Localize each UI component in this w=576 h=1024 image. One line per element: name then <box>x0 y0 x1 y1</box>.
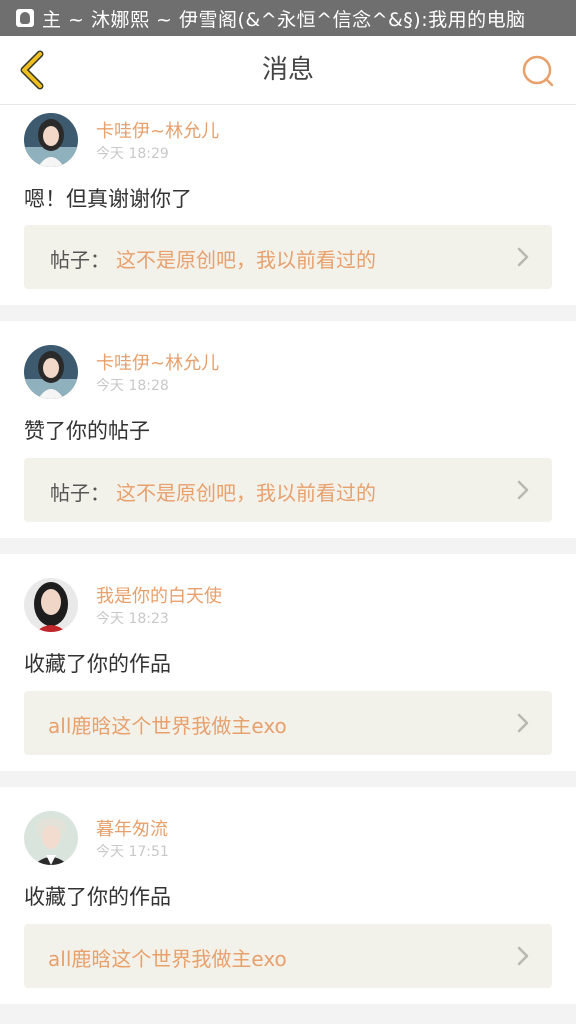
notification-message: 收藏了你的作品 <box>24 885 171 909</box>
status-bar-text: 主 ~ 沐娜熙 ~ 伊雪阁(&^永恒^信念^&§):我用的电脑 <box>42 8 526 31</box>
username[interactable]: 暮年匆流 <box>96 815 168 841</box>
avatar-image <box>24 578 78 632</box>
timestamp: 今天 18:23 <box>96 611 169 627</box>
post-link[interactable]: 帖子： 这不是原创吧，我以前看过的 <box>24 458 552 522</box>
notification-message: 收藏了你的作品 <box>24 652 171 676</box>
chevron-right-icon <box>517 247 529 267</box>
search-button[interactable] <box>520 53 556 89</box>
qq-notification-icon <box>16 9 34 27</box>
avatar[interactable] <box>24 345 78 399</box>
notification-card: 卡哇伊~林允儿 今天 18:28 赞了你的帖子 帖子： 这不是原创吧，我以前看过… <box>0 321 576 538</box>
post-title: all鹿晗这个世界我做主exo <box>48 714 287 738</box>
chevron-right-icon <box>517 946 529 966</box>
post-link[interactable]: 帖子： 这不是原创吧，我以前看过的 <box>24 225 552 289</box>
chevron-right-icon <box>517 713 529 733</box>
avatar-image <box>24 113 78 167</box>
avatar[interactable] <box>24 811 78 865</box>
notification-card: 卡哇伊~林允儿 今天 18:29 嗯！但真谢谢你了 帖子： 这不是原创吧，我以前… <box>0 105 576 305</box>
notification-card: 暮年匆流 今天 17:51 收藏了你的作品 all鹿晗这个世界我做主exo <box>0 787 576 1004</box>
notification-card: 我是你的白天使 今天 18:23 收藏了你的作品 all鹿晗这个世界我做主exo <box>0 554 576 771</box>
post-link[interactable]: all鹿晗这个世界我做主exo <box>24 691 552 755</box>
search-icon <box>522 55 554 87</box>
post-title: all鹿晗这个世界我做主exo <box>48 947 287 971</box>
post-link[interactable]: all鹿晗这个世界我做主exo <box>24 924 552 988</box>
timestamp: 今天 18:28 <box>96 378 169 394</box>
status-bar: 主 ~ 沐娜熙 ~ 伊雪阁(&^永恒^信念^&§):我用的电脑 <box>0 0 576 36</box>
avatar[interactable] <box>24 113 78 167</box>
chevron-right-icon <box>517 480 529 500</box>
notification-message: 赞了你的帖子 <box>24 419 150 443</box>
avatar-image <box>24 811 78 865</box>
username[interactable]: 我是你的白天使 <box>96 582 222 608</box>
post-title: 这不是原创吧，我以前看过的 <box>116 248 376 272</box>
avatar-image <box>24 345 78 399</box>
app-header: 消息 <box>0 36 576 105</box>
timestamp: 今天 18:29 <box>96 146 169 162</box>
notification-message: 嗯！但真谢谢你了 <box>24 187 192 211</box>
username[interactable]: 卡哇伊~林允儿 <box>96 117 219 143</box>
post-label: 帖子： <box>50 481 110 505</box>
avatar[interactable] <box>24 578 78 632</box>
notification-list: 卡哇伊~林允儿 今天 18:29 嗯！但真谢谢你了 帖子： 这不是原创吧，我以前… <box>0 105 576 1004</box>
page-title: 消息 <box>261 55 314 85</box>
username[interactable]: 卡哇伊~林允儿 <box>96 349 219 375</box>
post-label: 帖子： <box>50 248 110 272</box>
post-title: 这不是原创吧，我以前看过的 <box>116 481 376 505</box>
timestamp: 今天 17:51 <box>96 844 169 860</box>
